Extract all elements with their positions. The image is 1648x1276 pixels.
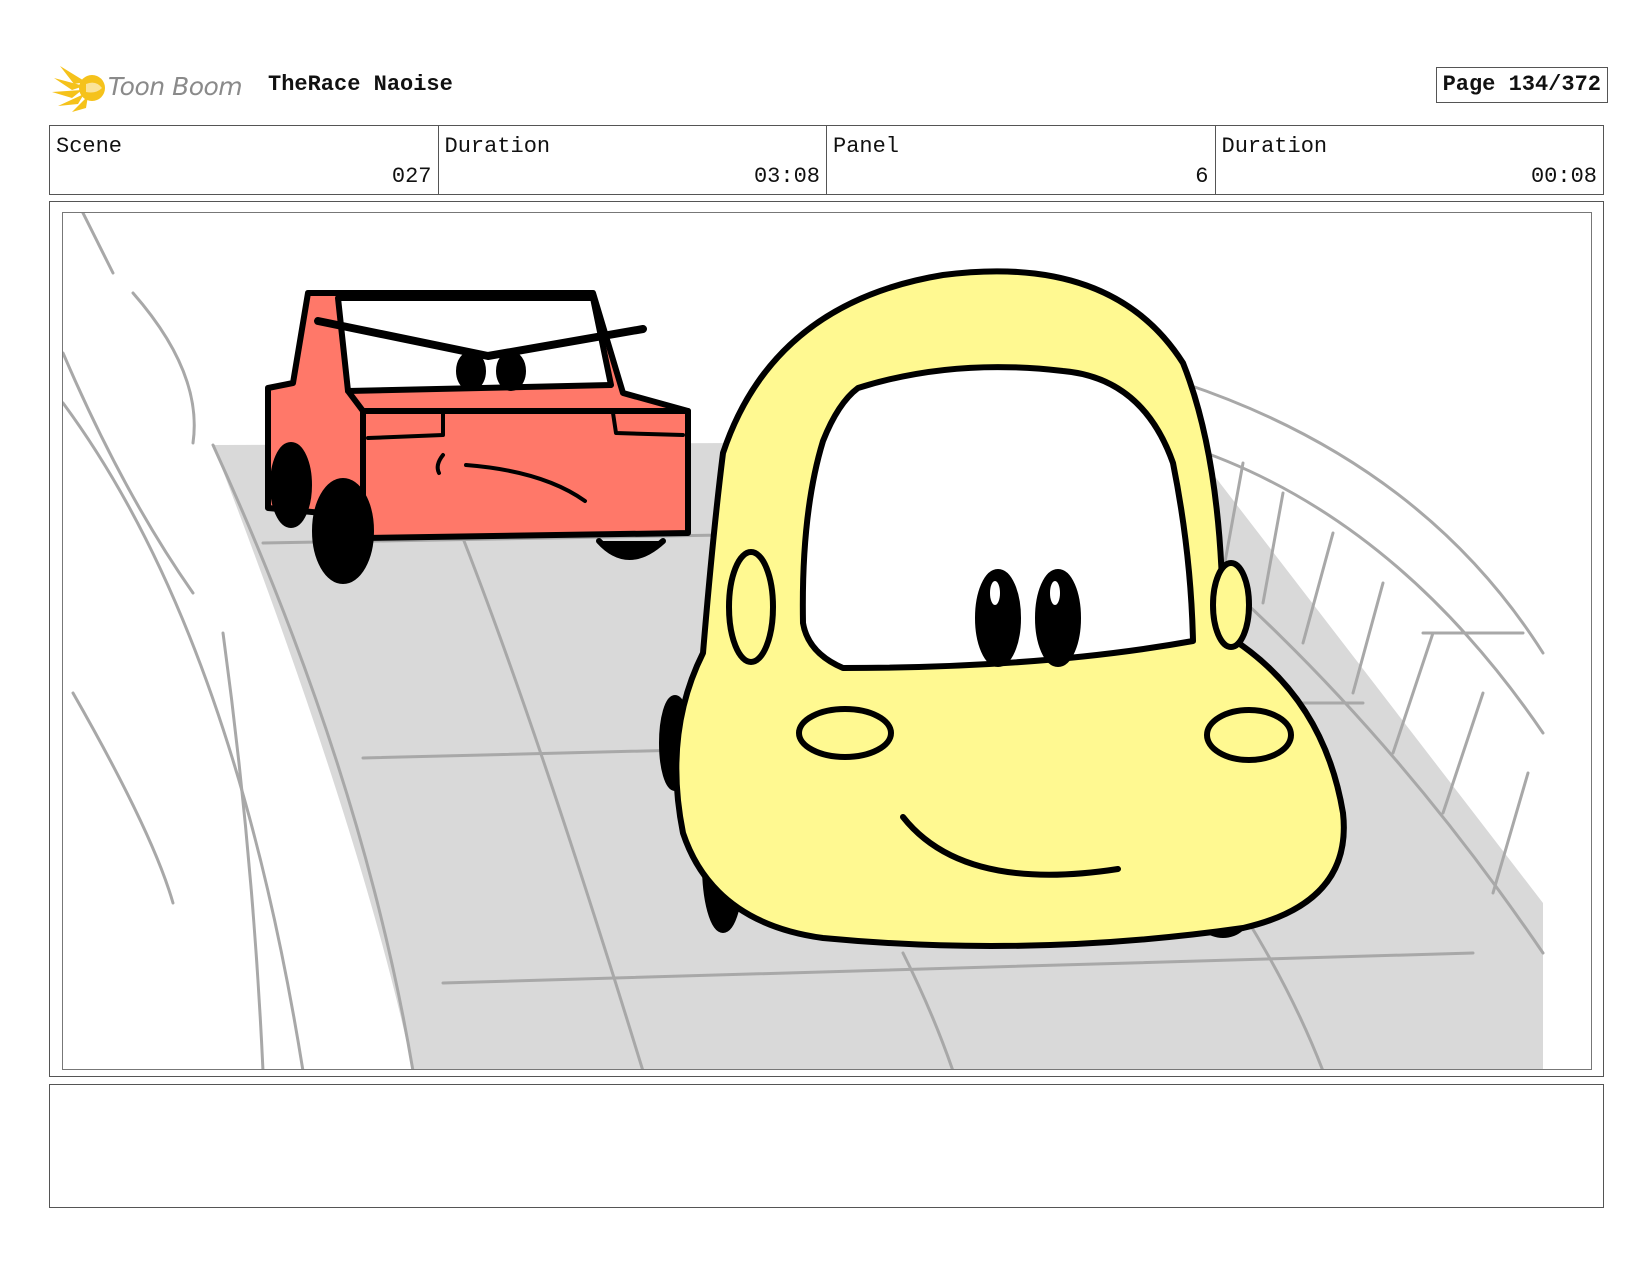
scene-cell: Scene 027: [50, 126, 439, 194]
scene-label: Scene: [56, 134, 123, 159]
panel-frame: [49, 201, 1604, 1077]
panel-duration-cell: Duration 00:08: [1216, 126, 1604, 194]
panel-cell: Panel 6: [827, 126, 1216, 194]
scene-number: 027: [391, 164, 432, 189]
scene-info-bar: Scene 027 Duration 03:08 Panel 6 Duratio…: [49, 125, 1604, 195]
panel-label: Panel: [833, 134, 900, 159]
panel-notes: [49, 1084, 1604, 1208]
scene-duration-label: Duration: [444, 134, 551, 159]
panel-drawing: [62, 212, 1592, 1070]
panel-duration-label: Duration: [1221, 134, 1328, 159]
storyboard-illustration: [63, 213, 1545, 1069]
brand-name: Toon Boom: [108, 72, 243, 101]
panel-number: 6: [1195, 164, 1209, 189]
project-title: TheRace Naoise: [268, 72, 453, 97]
starburst-icon: [52, 66, 105, 112]
scene-duration-cell: Duration 03:08: [439, 126, 827, 194]
page-counter: Page 134/372: [1435, 67, 1608, 103]
panel-duration-value: 00:08: [1530, 164, 1597, 189]
storyboard-header: Toon Boom TheRace Naoise Page 134/372: [52, 58, 1608, 114]
toon-boom-logo: Toon Boom: [52, 62, 252, 112]
scene-duration-value: 03:08: [753, 164, 820, 189]
yellow-car: [659, 268, 1347, 949]
